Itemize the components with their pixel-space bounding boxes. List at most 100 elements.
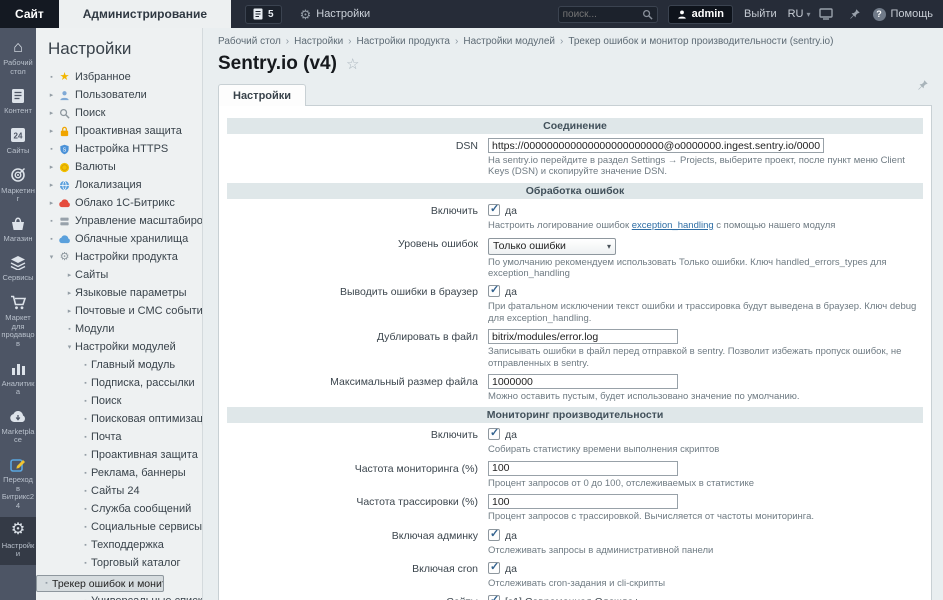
help-button[interactable]: ? Помощь [872,0,933,28]
sidebar-item-label: Языковые параметры [75,287,187,299]
desktop-view-icon[interactable] [818,0,833,28]
field-help-text: Отслеживать cron-задания и cli-скрипты [488,577,666,589]
enable-monitoring-checkbox[interactable] [488,426,500,441]
dsn-input[interactable] [488,138,824,153]
section-header: Соединение [227,118,923,134]
include-cron-checkbox[interactable] [488,560,500,574]
sidebar-item[interactable]: ▸ Валюты [36,158,202,176]
help-text-part: Настроить логирование ошибок [488,219,632,231]
breadcrumb-item[interactable]: Настройки продукта [357,36,450,47]
rail-item-7[interactable]: Маркет для продавцов [0,289,36,355]
sidebar-item[interactable]: ▸ Пользователи [36,86,202,104]
rail-item-11[interactable]: ⚙ Настройки [0,516,36,565]
sidebar-item[interactable]: ▪ S Настройка HTTPS [36,140,202,158]
sidebar-item[interactable]: ▪ Почта [36,428,202,446]
sidebar-item[interactable]: ▪ Торговый каталог [36,554,202,572]
sidebar-item[interactable]: ▸ Облако 1С-Битрикс [36,194,202,212]
include-admin-checkbox[interactable] [488,527,500,541]
sidebar-item[interactable]: ▪ Облачные хранилища [36,230,202,248]
sidebar-item[interactable]: ▪ Поисковая оптимизация [36,410,202,428]
breadcrumb-separator: › [285,36,290,47]
tabbar: Настройки [218,84,932,106]
form-row-show-errors-browser: Выводить ошибки в браузер да При фатальном… [227,282,923,325]
sidebar-item[interactable]: ▪ Управление масштабированием [36,212,202,230]
field-value-area: Только ошибки ▾ По умолчанию рекомендуем и… [488,236,923,280]
rail-item-1[interactable]: ⌂ Рабочий стол [0,34,36,82]
sidebar-item[interactable]: ▸ Локализация [36,176,202,194]
sidebar-item[interactable]: ▸ Поиск [36,104,202,122]
rail-item-8[interactable]: Аналитика [0,355,36,403]
analytics-bars-icon [1,360,35,377]
search-icon[interactable] [642,9,653,20]
rail-item-9[interactable]: Marketplace [0,403,36,451]
sidebar-item[interactable]: ▸ Языковые параметры [36,284,202,302]
sites-1-checkbox[interactable] [488,593,500,600]
sidebar-item-label: Управление масштабированием [75,215,202,227]
pin-icon[interactable] [849,0,861,28]
notifications-button[interactable]: 5 [245,4,282,24]
notifications-count: 5 [268,8,274,20]
language-select[interactable]: RU ▾ [788,0,811,28]
topbar-settings-button[interactable]: ⚙ Настройки [300,0,371,28]
sidebar-item[interactable]: ▸ Сайты [36,266,202,284]
exception-handling-link[interactable]: exception_handling [632,220,714,231]
breadcrumb-item[interactable]: Настройки модулей [463,36,555,47]
chevron-right-icon: ▸ [67,290,72,297]
monitoring-rate-input[interactable] [488,460,678,476]
bullet-icon: ▪ [50,217,53,225]
chevron-down-icon: ▾ [67,344,72,351]
breadcrumb-item[interactable]: Рабочий стол [218,36,281,47]
sidebar-item[interactable]: ▪ Трекер ошибок и монитор производите [36,575,164,592]
bullet-icon: ▪ [50,145,53,153]
sidebar-item[interactable]: ▪ Реклама, баннеры [36,464,202,482]
checkbox-label: да [505,562,517,575]
sidebar-item[interactable]: ▪ Главный модуль [36,356,202,374]
breadcrumb-item[interactable]: Настройки [294,36,343,47]
bullet-icon: ▪ [45,580,48,587]
sidebar-menu: ▪ ★ Избранное ▸ Пользователи ▸ Поиск ▸ Проактивн… [36,68,202,600]
duplicate-file-input[interactable] [488,329,678,345]
sidebar-item[interactable]: ▪ ★ Избранное [36,68,202,86]
sidebar: Настройки ▪ ★ Избранное ▸ Пользователи ▸ Поиск… [36,28,203,600]
max-file-size-input[interactable] [488,374,678,390]
sidebar-item[interactable]: ▪ Социальные сервисы [36,518,202,536]
bullet-icon: ▪ [84,415,87,423]
search-input[interactable] [562,8,642,20]
logout-link[interactable]: Выйти [744,0,777,28]
sidebar-item[interactable]: ▪ Техподдержка [36,536,202,554]
sidebar-item[interactable]: ▪ Модули [36,320,202,338]
rail-item-3[interactable]: 24 Сайты [0,122,36,162]
rail-item-5[interactable]: Магазин [0,210,36,250]
show-errors-browser-checkbox[interactable] [488,283,500,298]
server-icon [57,216,72,227]
favorite-star-icon[interactable]: ☆ [346,55,359,73]
sidebar-item[interactable]: ▾ Настройки модулей [36,338,202,356]
enable-errors-checkbox[interactable] [488,202,500,216]
site-tab[interactable]: Сайт [0,0,59,28]
rail-item-2[interactable]: Контент [0,82,36,122]
sidebar-item[interactable]: ▾ ⚙ Настройки продукта [36,248,202,266]
rail-item-4[interactable]: Маркетинг [0,162,36,210]
field-label: Уровень ошибок [398,238,478,251]
sidebar-item[interactable]: ▪ Подписка, рассылки [36,374,202,392]
sidebar-item[interactable]: ▪Универсальные списки [36,592,202,600]
rail-item-10[interactable]: Переход в Битрикс24 [0,451,36,517]
sidebar-item[interactable]: ▪ Сайты 24 [36,482,202,500]
sidebar-item[interactable]: ▪ Проактивная защита [36,446,202,464]
user-button[interactable]: admin [667,4,734,24]
chevron-down-icon: ▾ [606,241,611,251]
field-value-area: да Отслеживать cron-задания и cli-скрипты [488,560,923,590]
field-label: Включая cron [412,562,478,575]
sidebar-item[interactable]: ▪ Служба сообщений [36,500,202,518]
body-row: ⌂ Рабочий стол Контент 24 Сайты Маркетинг Мага… [0,28,943,600]
sidebar-item-label: Поиск [75,107,106,119]
tracing-rate-input[interactable] [488,494,678,510]
rail-item-label: Магазин [3,233,33,243]
error-level-select[interactable]: Только ошибки ▾ [488,237,616,255]
sidebar-item[interactable]: ▪ Поиск [36,392,202,410]
sidebar-item[interactable]: ▸ Почтовые и СМС события [36,302,202,320]
sidebar-item[interactable]: ▸ Проактивная защита [36,122,202,140]
rail-item-6[interactable]: Сервисы [0,249,36,289]
admin-tab[interactable]: Администрирование [58,0,232,28]
tab-settings[interactable]: Настройки [218,84,307,106]
